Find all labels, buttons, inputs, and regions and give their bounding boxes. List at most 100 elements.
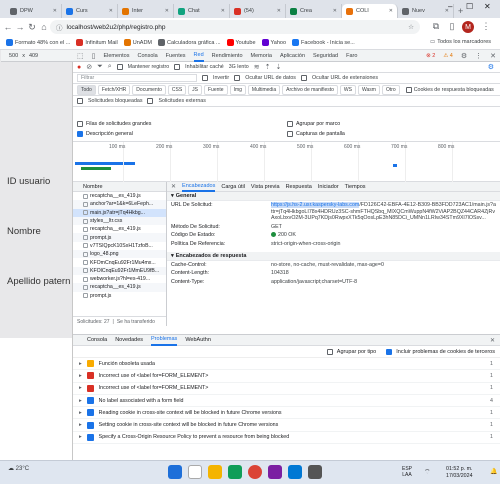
site-info-icon[interactable]: ⓘ [56,22,63,32]
third-party-checkbox[interactable] [147,98,154,104]
tab-close-icon[interactable]: ✕ [221,8,225,14]
expand-arrow-icon[interactable]: ▸ [79,385,82,391]
request-row[interactable]: webworker.js?hl=es-419... [73,275,166,283]
language-indicator[interactable]: ESP LAA [402,466,412,478]
minimize-icon[interactable]: – [448,2,452,11]
issue-row[interactable]: ▸ Función obsoleta usada 1 [73,358,500,371]
search-taskbar-icon[interactable] [188,465,202,479]
bookmark-item[interactable]: Formato 48% con el ... [6,39,70,46]
browser-tab[interactable]: Inter ✕ [118,4,174,18]
tab-close-icon[interactable]: ✕ [389,8,393,14]
request-row[interactable]: v7TSIQpcK10SxH1TzfoB... [73,242,166,250]
home-icon[interactable]: ⌂ [38,22,50,32]
network-tray-icon[interactable]: ⌔ [424,468,431,477]
detail-tab[interactable]: Iniciador [318,184,339,190]
file-explorer-icon[interactable] [208,465,222,479]
response-headers-header[interactable]: ▾ Encabezados de respuesta [167,251,500,261]
drawer-tab[interactable]: Consola [87,337,107,343]
detail-tab[interactable]: Vista previa [251,184,280,190]
network-settings-icon[interactable]: ⚙ [488,63,494,71]
devtools-tab[interactable]: Seguridad [313,53,338,59]
issue-row[interactable]: ▸ Setting cookie in cross-site context wi… [73,419,500,432]
devtools-tab[interactable]: Consola [137,53,157,59]
name-column-header[interactable]: Nombre [73,182,166,192]
type-filter-button[interactable]: Archivo de manifiesto [282,84,338,95]
request-url-link[interactable]: https://js.hs-2.usr.kaspersky-labs.com [271,202,360,208]
preserve-log-checkbox[interactable] [116,64,123,70]
throttle-select[interactable]: 3G lento [229,64,249,70]
hide-ext-urls-checkbox[interactable] [300,75,307,81]
tab-close-icon[interactable]: ✕ [333,8,337,14]
type-filter-button[interactable]: Fuente [204,84,228,95]
warnings-badge[interactable]: ⚠ 4 [443,53,453,59]
back-icon[interactable]: ← [2,22,14,32]
devtools-tab[interactable]: Elementos [103,53,129,59]
notification-icon[interactable]: 🔔 [490,468,497,475]
more-icon[interactable]: ⋮ [475,52,482,60]
errors-badge[interactable]: ⊗ 2 [426,53,435,59]
type-filter-button[interactable]: Otro [381,84,400,95]
blocked-requests-checkbox[interactable] [77,98,83,104]
drawer-tab[interactable]: WebAuthn [185,337,211,343]
expand-arrow-icon[interactable]: ▸ [79,422,82,428]
request-row[interactable]: KFOlCnqEu92Fr1MmEU9fB... [73,266,166,275]
large-rows-checkbox[interactable] [77,121,83,127]
disable-cache-checkbox[interactable] [174,64,181,70]
group-frame-checkbox[interactable] [287,121,293,127]
hide-data-urls-checkbox[interactable] [234,75,241,81]
request-row[interactable]: KFOmCnqEu92Fr1Mu4mx... [73,258,166,266]
drawer-tab[interactable]: Problemas [151,335,178,346]
request-row[interactable]: logo_48.png [73,250,166,259]
type-filter-button[interactable]: JS [188,84,202,95]
star-icon[interactable]: ☆ [408,23,414,31]
bookmark-item[interactable]: UnADM [123,39,152,46]
screenshots-checkbox[interactable] [287,131,293,137]
device-toolbar-icon[interactable]: ▯ [92,52,96,60]
type-filter-button[interactable]: WS [339,84,356,95]
detail-tab[interactable]: Tiempos [345,184,366,190]
network-timeline[interactable]: 100 ms 200 ms 300 ms 400 ms 500 ms 600 ms 700 … [73,142,500,182]
word-icon[interactable] [288,465,302,479]
include-third-party-checkbox[interactable] [386,348,393,355]
request-row[interactable]: styles__ltr.css [73,216,166,226]
detail-tab[interactable]: Encabezados [182,182,216,192]
bookmark-item[interactable]: Youtube [226,39,256,46]
request-row[interactable]: anchor?ar=1&k=6LeFeph... [73,200,166,209]
devtools-tab[interactable]: Faro [346,53,357,59]
tab-close-icon[interactable]: ✕ [109,8,113,14]
request-row[interactable]: prompt.js [73,233,166,242]
inspect-icon[interactable]: ⬚ [77,52,84,60]
start-icon[interactable] [168,465,182,479]
devtools-tab[interactable]: Rendimiento [212,53,243,59]
maximize-icon[interactable]: ☐ [466,2,473,11]
devtools-tab[interactable]: Red [193,50,204,62]
bookmark-item[interactable]: Calculadora gráfica ... [158,39,221,46]
expand-arrow-icon[interactable]: ▸ [79,373,82,379]
issue-row[interactable]: ▸ Incorrect use of <label for=FORM_ELEMEN… [73,383,500,395]
settings-icon[interactable]: ⚙ [461,52,467,60]
all-bookmarks-link[interactable]: ▭ Todos los marcadores [430,39,491,45]
extensions-icon[interactable]: ⧉ [430,21,442,32]
detail-tab[interactable]: Carga útil [221,184,245,190]
browser-tab[interactable]: COLI ✕ [342,4,398,18]
type-filter-button[interactable]: Fetch/XHR [97,84,131,95]
close-devtools-icon[interactable]: ✕ [490,52,496,60]
detail-tab[interactable]: Respuesta [286,184,312,190]
filter-input[interactable]: Filtrar [77,74,197,82]
request-row[interactable]: recaptcha__es_419.js [73,225,166,233]
blocked-cookies-checkbox[interactable] [405,86,412,93]
clock[interactable]: 01:52 p. m. 17/03/2024 [446,466,473,479]
upload-icon[interactable]: ⇡ [265,63,271,71]
tab-close-icon[interactable]: ✕ [53,8,57,14]
expand-arrow-icon[interactable]: ▸ [79,398,82,404]
new-tab-button[interactable]: + [458,6,463,16]
type-filter-button[interactable]: Img [229,84,246,95]
group-by-type-checkbox[interactable] [326,348,333,355]
issue-row[interactable]: ▸ Reading cookie in cross-site context wi… [73,407,500,420]
issue-row[interactable]: ▸ No label associated with a form field 4 [73,395,500,408]
tab-close-icon[interactable]: ✕ [165,8,169,14]
expand-arrow-icon[interactable]: ▸ [79,361,82,367]
chrome-icon[interactable] [248,465,262,479]
type-filter-button[interactable]: Documento [132,84,166,95]
devtools-tab[interactable]: Aplicación [280,53,305,59]
